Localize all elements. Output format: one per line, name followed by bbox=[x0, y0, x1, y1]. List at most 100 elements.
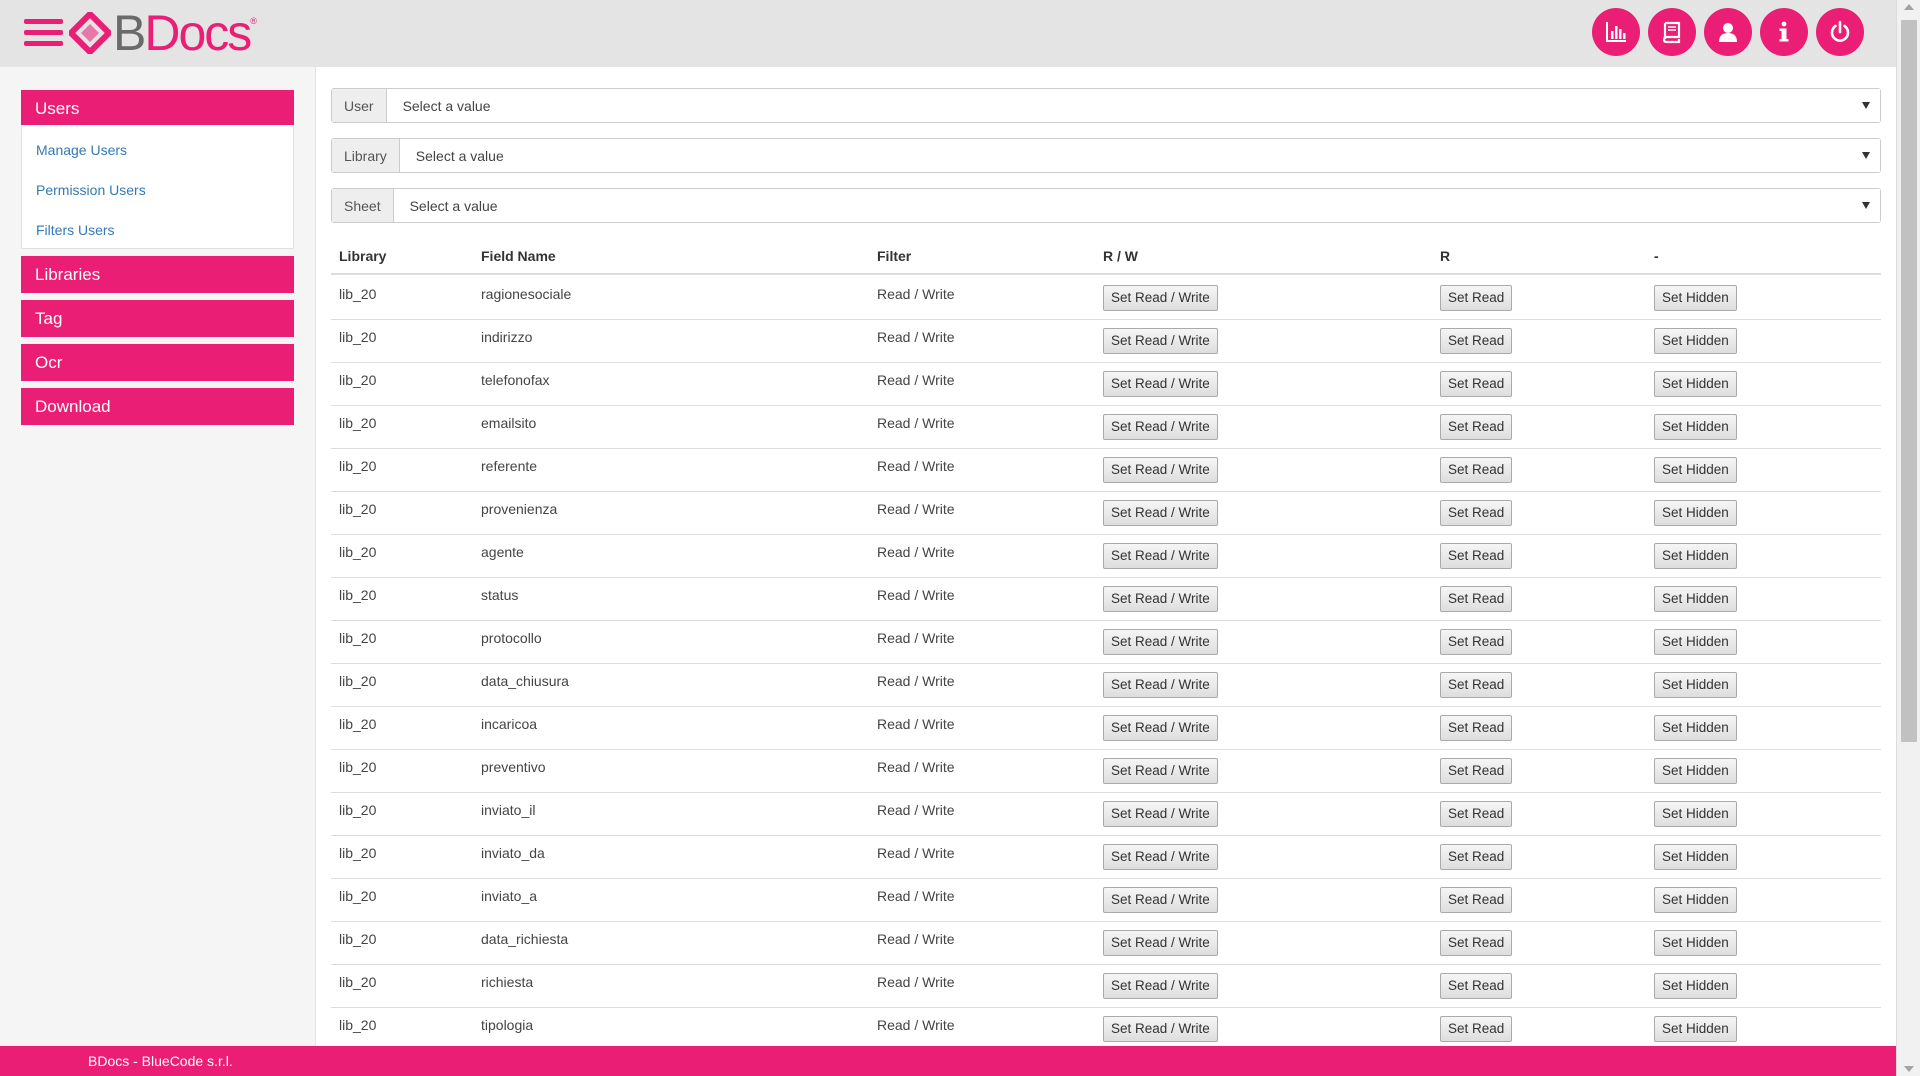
cell-filter: Read / Write bbox=[877, 458, 955, 474]
set-hidden-button[interactable]: Set Hidden bbox=[1654, 801, 1737, 827]
cell-field-name: ragionesociale bbox=[481, 286, 572, 302]
set-read-write-button[interactable]: Set Read / Write bbox=[1103, 844, 1218, 870]
set-read-button[interactable]: Set Read bbox=[1440, 715, 1513, 741]
set-read-write-button[interactable]: Set Read / Write bbox=[1103, 801, 1218, 827]
set-read-write-button[interactable]: Set Read / Write bbox=[1103, 586, 1218, 612]
user-select-value: Select a value bbox=[402, 97, 491, 114]
set-read-write-button[interactable]: Set Read / Write bbox=[1103, 371, 1218, 397]
set-read-button[interactable]: Set Read bbox=[1440, 629, 1513, 655]
scroll-up-arrow-icon[interactable] bbox=[1904, 4, 1914, 10]
cell-library: lib_20 bbox=[339, 931, 377, 947]
set-read-button[interactable]: Set Read bbox=[1440, 457, 1513, 483]
set-read-button[interactable]: Set Read bbox=[1440, 844, 1513, 870]
table-row: lib_20 ragionesociale Read / Write Set Read… bbox=[331, 277, 1881, 320]
set-hidden-button[interactable]: Set Hidden bbox=[1654, 500, 1737, 526]
set-hidden-button[interactable]: Set Hidden bbox=[1654, 715, 1737, 741]
scroll-down-arrow-icon[interactable] bbox=[1904, 1066, 1914, 1072]
set-hidden-button[interactable]: Set Hidden bbox=[1654, 371, 1737, 397]
set-hidden-button[interactable]: Set Hidden bbox=[1654, 672, 1737, 698]
sidebar-item-libraries[interactable]: Libraries bbox=[21, 256, 294, 293]
set-read-write-button[interactable]: Set Read / Write bbox=[1103, 543, 1218, 569]
cell-library: lib_20 bbox=[339, 974, 377, 990]
cell-field-name: emailsito bbox=[481, 415, 537, 431]
set-read-write-button[interactable]: Set Read / Write bbox=[1103, 414, 1218, 440]
logo-text: BDocs bbox=[113, 5, 252, 61]
set-hidden-button[interactable]: Set Hidden bbox=[1654, 844, 1737, 870]
table-row: lib_20 data_chiusura Read / Write Set Read … bbox=[331, 664, 1881, 707]
set-hidden-button[interactable]: Set Hidden bbox=[1654, 887, 1737, 913]
set-read-button[interactable]: Set Read bbox=[1440, 586, 1513, 612]
set-hidden-button[interactable]: Set Hidden bbox=[1654, 414, 1737, 440]
cell-field-name: data_chiusura bbox=[481, 673, 569, 689]
set-read-write-button[interactable]: Set Read / Write bbox=[1103, 715, 1218, 741]
scroll-thumb[interactable] bbox=[1901, 20, 1917, 742]
set-hidden-button[interactable]: Set Hidden bbox=[1654, 543, 1737, 569]
sidebar-link-manage-users[interactable]: Manage Users bbox=[36, 142, 127, 158]
set-hidden-button[interactable]: Set Hidden bbox=[1654, 930, 1737, 956]
set-read-write-button[interactable]: Set Read / Write bbox=[1103, 973, 1218, 999]
set-hidden-button[interactable]: Set Hidden bbox=[1654, 285, 1737, 311]
cell-field-name: inviato_da bbox=[481, 845, 545, 861]
set-read-write-button[interactable]: Set Read / Write bbox=[1103, 930, 1218, 956]
set-read-write-button[interactable]: Set Read / Write bbox=[1103, 887, 1218, 913]
cell-field-name: data_richiesta bbox=[481, 931, 569, 947]
caret-down-icon bbox=[1862, 152, 1870, 159]
info-icon[interactable] bbox=[1760, 8, 1808, 56]
set-read-write-button[interactable]: Set Read / Write bbox=[1103, 500, 1218, 526]
set-hidden-button[interactable]: Set Hidden bbox=[1654, 973, 1737, 999]
set-hidden-button[interactable]: Set Hidden bbox=[1654, 629, 1737, 655]
chart-icon[interactable] bbox=[1592, 8, 1640, 56]
set-read-button[interactable]: Set Read bbox=[1440, 973, 1513, 999]
book-icon[interactable] bbox=[1648, 8, 1696, 56]
table-row: lib_20 tipologia Read / Write Set Read / Wr… bbox=[331, 1008, 1881, 1051]
sidebar-item-ocr[interactable]: Ocr bbox=[21, 344, 294, 381]
cell-field-name: tipologia bbox=[481, 1017, 534, 1033]
set-read-button[interactable]: Set Read bbox=[1440, 371, 1513, 397]
set-read-write-button[interactable]: Set Read / Write bbox=[1103, 457, 1218, 483]
sidebar-item-tag[interactable]: Tag bbox=[21, 300, 294, 337]
sheet-filter: Sheet Select a value bbox=[331, 188, 1881, 223]
set-hidden-button[interactable]: Set Hidden bbox=[1654, 586, 1737, 612]
set-read-write-button[interactable]: Set Read / Write bbox=[1103, 1016, 1218, 1042]
sidebar-link-permission-users[interactable]: Permission Users bbox=[36, 182, 146, 198]
power-icon[interactable] bbox=[1816, 8, 1864, 56]
set-hidden-button[interactable]: Set Hidden bbox=[1654, 328, 1737, 354]
set-read-button[interactable]: Set Read bbox=[1440, 801, 1513, 827]
set-hidden-button[interactable]: Set Hidden bbox=[1654, 1016, 1737, 1042]
set-read-button[interactable]: Set Read bbox=[1440, 758, 1513, 784]
set-read-write-button[interactable]: Set Read / Write bbox=[1103, 285, 1218, 311]
cell-filter: Read / Write bbox=[877, 888, 955, 904]
cell-filter: Read / Write bbox=[877, 673, 955, 689]
table-row: lib_20 inviato_a Read / Write Set Read / Wr… bbox=[331, 879, 1881, 922]
hamburger-menu-icon[interactable] bbox=[24, 19, 63, 52]
library-select[interactable]: Select a value bbox=[399, 139, 1880, 172]
set-hidden-button[interactable]: Set Hidden bbox=[1654, 457, 1737, 483]
set-read-button[interactable]: Set Read bbox=[1440, 1016, 1513, 1042]
set-read-button[interactable]: Set Read bbox=[1440, 887, 1513, 913]
page-scrollbar[interactable] bbox=[1896, 0, 1920, 1076]
set-read-button[interactable]: Set Read bbox=[1440, 672, 1513, 698]
set-hidden-button[interactable]: Set Hidden bbox=[1654, 758, 1737, 784]
user-select[interactable]: Select a value bbox=[386, 89, 1880, 122]
set-read-write-button[interactable]: Set Read / Write bbox=[1103, 328, 1218, 354]
header-field-name: Field Name bbox=[481, 248, 556, 264]
set-read-write-button[interactable]: Set Read / Write bbox=[1103, 629, 1218, 655]
cell-field-name: preventivo bbox=[481, 759, 546, 775]
set-read-button[interactable]: Set Read bbox=[1440, 328, 1513, 354]
bdocs-logo[interactable]: BDocs ® bbox=[69, 6, 257, 60]
set-read-button[interactable]: Set Read bbox=[1440, 285, 1513, 311]
users-submenu: Manage Users Permission Users Filters Us… bbox=[21, 125, 294, 249]
set-read-button[interactable]: Set Read bbox=[1440, 414, 1513, 440]
cell-filter: Read / Write bbox=[877, 544, 955, 560]
sidebar-item-users[interactable]: Users bbox=[21, 90, 294, 127]
sidebar-item-download[interactable]: Download bbox=[21, 388, 294, 425]
sheet-select[interactable]: Select a value bbox=[393, 189, 1880, 222]
set-read-button[interactable]: Set Read bbox=[1440, 543, 1513, 569]
cell-field-name: provenienza bbox=[481, 501, 558, 517]
set-read-write-button[interactable]: Set Read / Write bbox=[1103, 672, 1218, 698]
set-read-write-button[interactable]: Set Read / Write bbox=[1103, 758, 1218, 784]
set-read-button[interactable]: Set Read bbox=[1440, 500, 1513, 526]
user-icon[interactable] bbox=[1704, 8, 1752, 56]
sidebar-link-filters-users[interactable]: Filters Users bbox=[36, 222, 115, 238]
set-read-button[interactable]: Set Read bbox=[1440, 930, 1513, 956]
